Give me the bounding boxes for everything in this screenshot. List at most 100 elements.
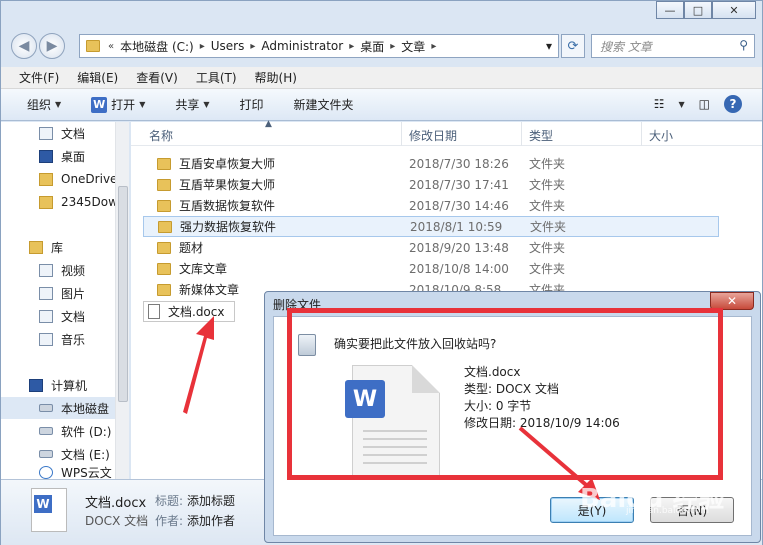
caption-buttons: — □ ✕ [656,1,756,19]
back-button[interactable]: ◀ [11,33,37,59]
file-row[interactable]: 互盾苹果恢复大师 2018/7/30 17:41 文件夹 [143,174,719,195]
share-button[interactable]: 共享 ▼ [175,96,209,113]
sidebar-item-music[interactable]: 音乐 [1,328,127,350]
sidebar-item-label: 文档 [61,126,86,141]
desktop-icon [39,149,53,163]
column-separator[interactable] [401,122,402,146]
file-name: 强力数据恢复软件 [180,220,277,234]
sidebar-item-pictures[interactable]: 图片 [1,282,127,304]
scrollbar-thumb[interactable] [118,186,128,402]
file-row[interactable]: 互盾数据恢复软件 2018/7/30 14:46 文件夹 [143,195,719,216]
sort-ascending-icon: ▲ [265,119,272,129]
file-type: 文件夹 [529,262,566,276]
column-separator[interactable] [641,122,642,146]
close-button[interactable]: ✕ [712,1,756,19]
menu-edit[interactable]: 编辑(E) [77,69,118,86]
file-row[interactable]: 互盾安卓恢复大师 2018/7/30 18:26 文件夹 [143,153,719,174]
column-modified[interactable]: 修改日期 [409,127,457,144]
address-bar[interactable]: « 本地磁盘 (C:) ▸ Users ▸ Administrator ▸ 桌面… [79,34,559,58]
menu-help[interactable]: 帮助(H) [255,69,297,86]
sidebar-item-label: WPS云文 [61,466,112,479]
cloud-icon [39,466,53,479]
breadcrumb-item[interactable]: Administrator [261,39,343,53]
sidebar-item-onedrive[interactable]: OneDrive [1,168,127,190]
maximize-button[interactable]: □ [684,1,712,19]
breadcrumb-separator-icon[interactable]: ▸ [390,41,395,52]
minimize-button[interactable]: — [656,1,684,19]
breadcrumb-item[interactable]: 文章 [401,38,425,55]
file-date: 2018/7/30 18:26 [409,156,509,171]
breadcrumb-item[interactable]: 本地磁盘 (C:) [120,38,194,55]
details-author-value[interactable]: 添加作者 [187,512,235,529]
sidebar-item-desktop[interactable]: 桌面 [1,145,127,167]
documents-icon [39,126,53,140]
print-button[interactable]: 打印 [240,96,264,113]
sidebar-item-label: OneDrive [61,172,118,186]
preview-pane-icon[interactable]: ◫ [699,97,710,111]
file-type: 文件夹 [529,199,566,213]
details-title-value[interactable]: 添加标题 [187,492,235,509]
details-filename: 文档.docx [85,496,147,511]
folder-icon [157,241,171,254]
breadcrumb-separator-icon[interactable]: ▸ [349,41,354,52]
sidebar-item-label: 文档 [61,309,86,324]
file-row[interactable]: 文档.docx [143,301,235,322]
file-date: 2018/8/1 10:59 [410,219,503,234]
sidebar-item-label: 本地磁盘 [61,401,110,416]
breadcrumb-separator-icon[interactable]: ▸ [250,41,255,52]
sidebar-item-videos[interactable]: 视频 [1,259,127,281]
folder-icon [157,199,171,212]
sidebar-item-label: 音乐 [61,332,86,347]
sidebar-scrollbar[interactable] [115,122,129,479]
column-type[interactable]: 类型 [529,127,553,144]
breadcrumb-item[interactable]: Users [211,39,245,53]
sidebar-item-drive-e[interactable]: 文档 (E:) [1,443,127,465]
sidebar-item-label: 2345Dow [61,195,118,209]
file-name: 新媒体文章 [179,283,240,297]
menu-bar: 文件(F) 编辑(E) 查看(V) 工具(T) 帮助(H) [1,67,762,89]
search-input[interactable]: 搜索 文章 ⚲ [591,34,755,58]
forward-button[interactable]: ▶ [39,33,65,59]
view-dropdown-icon[interactable]: ▼ [679,100,685,109]
file-type: 文件夹 [529,241,566,255]
open-label: 打开 [111,98,136,112]
refresh-icon: ⟳ [567,38,579,54]
column-separator[interactable] [521,122,522,146]
sidebar-item-drive-d[interactable]: 软件 (D:) [1,420,127,442]
organize-button[interactable]: 组织 ▼ [27,96,61,113]
help-icon[interactable]: ? [724,95,742,113]
sidebar-item-2345dow[interactable]: 2345Dow [1,191,127,213]
file-row[interactable]: 文库文章 2018/10/8 14:00 文件夹 [143,258,719,279]
file-row[interactable]: 强力数据恢复软件 2018/8/1 10:59 文件夹 [143,216,719,237]
dropdown-arrow-icon: ▼ [203,100,210,109]
column-size[interactable]: 大小 [649,127,673,144]
print-label: 打印 [239,98,264,112]
open-button[interactable]: W 打开 ▼ [91,96,145,113]
sidebar-item-documents-lib[interactable]: 文档 [1,305,127,327]
file-type: 文件夹 [529,157,566,171]
sidebar-item-local-disk[interactable]: 本地磁盘 [1,397,127,419]
address-dropdown-icon[interactable]: ▾ [546,39,552,53]
breadcrumb-item[interactable]: 桌面 [360,38,384,55]
view-options-icon[interactable]: ☷ [654,97,665,111]
file-row[interactable]: 题材 2018/9/20 13:48 文件夹 [143,237,719,258]
breadcrumb-separator-icon[interactable]: ▸ [200,41,205,52]
organize-label: 组织 [27,98,52,112]
menu-view[interactable]: 查看(V) [136,69,178,86]
sidebar-item-documents[interactable]: 文档 [1,122,127,144]
highlight-box [287,308,723,480]
details-filetype: DOCX 文档 [85,514,149,528]
breadcrumb-separator-icon[interactable]: ▸ [431,41,436,52]
sidebar-item-wps-cloud[interactable]: WPS云文 [1,466,127,479]
menu-file[interactable]: 文件(F) [19,69,59,86]
sidebar-item-library[interactable]: 库 [1,236,127,258]
new-folder-button[interactable]: 新建文件夹 [294,96,354,113]
search-icon[interactable]: ⚲ [739,38,748,52]
sidebar-item-computer[interactable]: 计算机 [1,374,127,396]
documents-icon [39,309,53,323]
menu-tools[interactable]: 工具(T) [196,69,237,86]
file-name: 文库文章 [179,262,228,276]
refresh-button[interactable]: ⟳ [561,34,585,58]
column-name[interactable]: 名称 [149,127,173,144]
file-name: 互盾数据恢复软件 [179,199,276,213]
